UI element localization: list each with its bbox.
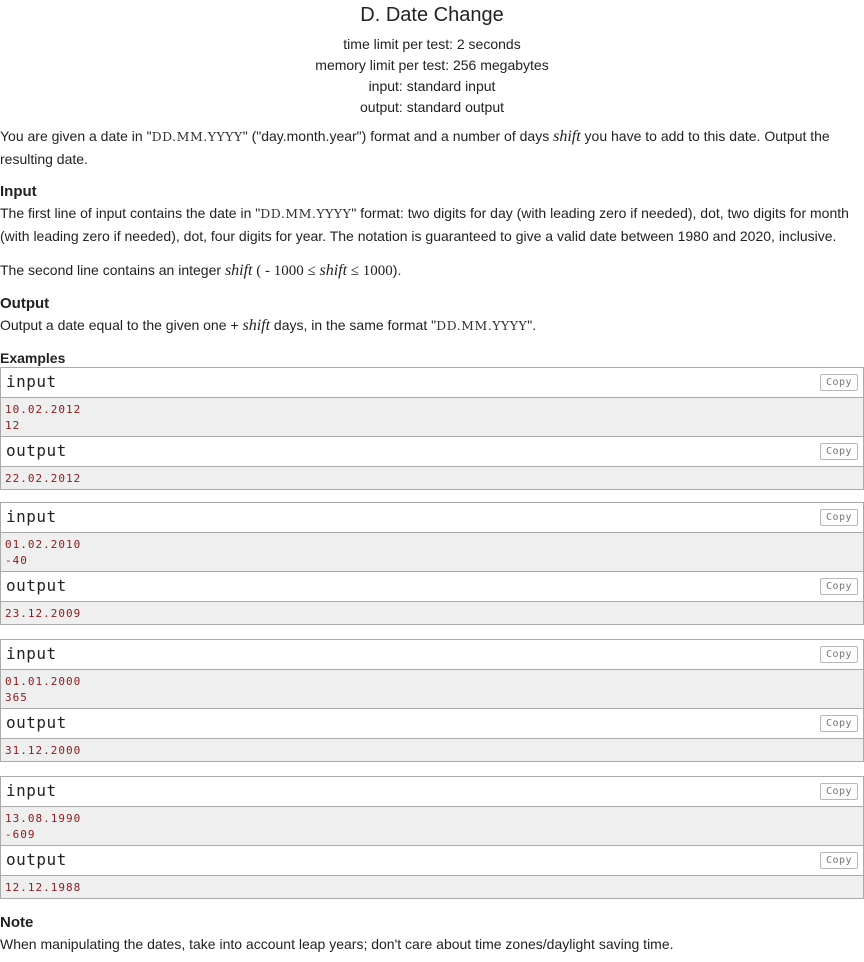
output-heading: Output xyxy=(0,295,50,312)
input-data: 01.01.2000 365 xyxy=(1,670,863,709)
input-data: 10.02.2012 12 xyxy=(1,398,863,437)
input-paragraph-2: The second line contains an integer shif… xyxy=(0,259,864,282)
shift-variable: shift xyxy=(242,317,271,334)
input-heading: Input xyxy=(0,183,37,200)
output-header: output Copy xyxy=(1,846,863,876)
example-block: input Copy 13.08.1990 -609 output Copy 1… xyxy=(0,776,864,899)
time-limit: time limit per test: 2 seconds xyxy=(343,36,521,52)
input-text: The first line of input contains the dat… xyxy=(0,205,261,221)
problem-limits: time limit per test: 2 seconds memory li… xyxy=(0,34,864,118)
output-line: 31.12.2000 xyxy=(5,744,82,757)
output-paragraph: Output a date equal to the given one + s… xyxy=(0,314,864,337)
constraint-open: ( xyxy=(252,263,262,279)
input-line: 365 xyxy=(5,691,28,704)
date-format: DD.MM.YYYY xyxy=(260,206,352,221)
output-line: 12.12.1988 xyxy=(5,881,82,894)
output-label: output xyxy=(6,850,67,869)
output-data: 23.12.2009 xyxy=(1,602,863,624)
output-data: 22.02.2012 xyxy=(1,467,863,489)
shift-variable: shift xyxy=(224,262,253,279)
input-header: input Copy xyxy=(1,368,863,398)
output-specification: Output Output a date equal to the given … xyxy=(0,294,864,337)
memory-limit: memory limit per test: 256 megabytes xyxy=(315,57,549,73)
example-block: input Copy 10.02.2012 12 output Copy 22.… xyxy=(0,367,864,490)
constraint-min: - 1000 ≤ xyxy=(261,263,320,279)
copy-button[interactable]: Copy xyxy=(820,783,858,800)
input-line: 12 xyxy=(5,419,21,432)
input-header: input Copy xyxy=(1,777,863,807)
problem-title: D. Date Change xyxy=(360,4,504,26)
output-text: days, in the same format " xyxy=(270,317,437,333)
input-paragraph-1: The first line of input contains the dat… xyxy=(0,202,864,247)
copy-button[interactable]: Copy xyxy=(820,578,858,595)
copy-button[interactable]: Copy xyxy=(820,374,858,391)
input-data: 01.02.2010 -40 xyxy=(1,533,863,572)
example-block: input Copy 01.02.2010 -40 output Copy 23… xyxy=(0,502,864,625)
statement-text: " ("day.month.year") format and a number… xyxy=(242,128,554,144)
output-header: output Copy xyxy=(1,709,863,739)
copy-button[interactable]: Copy xyxy=(820,715,858,732)
input-line: 13.08.1990 xyxy=(5,812,82,825)
note-text: When manipulating the dates, take into a… xyxy=(0,936,674,952)
output-label: output xyxy=(6,576,67,595)
input-file: input: standard input xyxy=(368,78,496,94)
input-label: input xyxy=(6,644,57,663)
example-block: input Copy 01.01.2000 365 output Copy 31… xyxy=(0,639,864,762)
examples-heading: Examples xyxy=(0,350,66,366)
output-data: 12.12.1988 xyxy=(1,876,863,898)
input-line: 10.02.2012 xyxy=(5,403,82,416)
constraint-max: ≤ 1000 xyxy=(347,263,393,279)
input-data: 13.08.1990 -609 xyxy=(1,807,863,846)
input-line: 01.01.2000 xyxy=(5,675,82,688)
output-text: ". xyxy=(527,317,537,333)
copy-button[interactable]: Copy xyxy=(820,852,858,869)
output-label: output xyxy=(6,441,67,460)
input-label: input xyxy=(6,507,57,526)
output-text: Output a date equal to the given one + xyxy=(0,317,243,333)
note-section: Note When manipulating the dates, take i… xyxy=(0,913,864,955)
input-header: input Copy xyxy=(1,503,863,533)
input-text: The second line contains an integer xyxy=(0,262,225,278)
output-file: output: standard output xyxy=(360,99,504,115)
copy-button[interactable]: Copy xyxy=(820,646,858,663)
statement-text: You are given a date in " xyxy=(0,128,152,144)
output-header: output Copy xyxy=(1,572,863,602)
output-data: 31.12.2000 xyxy=(1,739,863,761)
output-label: output xyxy=(6,713,67,732)
output-line: 23.12.2009 xyxy=(5,607,82,620)
output-line: 22.02.2012 xyxy=(5,472,82,485)
shift-variable: shift xyxy=(319,262,348,279)
statement-paragraph: You are given a date in "DD.MM.YYYY" ("d… xyxy=(0,125,864,170)
copy-button[interactable]: Copy xyxy=(820,443,858,460)
input-line: -40 xyxy=(5,554,28,567)
date-format: DD.MM.YYYY xyxy=(436,318,528,333)
input-label: input xyxy=(6,781,57,800)
input-line: -609 xyxy=(5,828,36,841)
copy-button[interactable]: Copy xyxy=(820,509,858,526)
input-specification: Input The first line of input contains t… xyxy=(0,182,864,282)
constraint-close: ). xyxy=(392,262,402,278)
output-header: output Copy xyxy=(1,437,863,467)
input-line: 01.02.2010 xyxy=(5,538,82,551)
shift-variable: shift xyxy=(553,128,581,145)
note-heading: Note xyxy=(0,914,34,931)
input-header: input Copy xyxy=(1,640,863,670)
examples-section: Examples input Copy 10.02.2012 12 output… xyxy=(0,349,864,899)
input-label: input xyxy=(6,372,57,391)
date-format: DD.MM.YYYY xyxy=(151,129,243,144)
